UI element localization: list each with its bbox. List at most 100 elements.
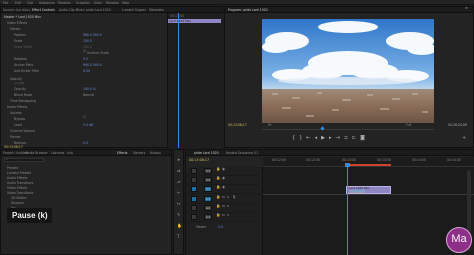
solo-icon[interactable]: S — [227, 205, 229, 208]
checkbox-icon[interactable]: ☑ — [83, 50, 86, 53]
effect-row[interactable]: Volume — [10, 111, 22, 115]
anti-flicker-value[interactable]: 0.00 — [83, 69, 90, 73]
rotation-value[interactable]: 0.0 — [83, 57, 88, 61]
quality-select[interactable]: Full — [406, 123, 411, 127]
solo-icon[interactable]: S — [227, 214, 229, 217]
tab-libraries[interactable]: Libraries — [51, 151, 64, 155]
menu-help[interactable]: Help — [122, 1, 129, 5]
time-ruler[interactable]: 00:12:00 00:12:30 00:13:00 00:13:30 00:1… — [263, 157, 474, 167]
play-icon[interactable]: ▶ — [321, 135, 329, 141]
lock-icon[interactable]: 🔒 — [216, 213, 220, 218]
go-to-in-icon[interactable]: ⇤ — [306, 135, 314, 141]
track-label[interactable]: V2 — [204, 177, 212, 183]
menu-window[interactable]: Window — [106, 1, 119, 5]
tree-item[interactable]: Dissolve — [11, 201, 24, 205]
effect-row[interactable]: Opacity — [10, 77, 22, 81]
program-scrub-bar[interactable] — [262, 129, 434, 130]
source-patch-button[interactable] — [191, 177, 197, 183]
export-frame-icon[interactable]: ◙ — [360, 135, 369, 141]
hand-tool-icon[interactable]: ✋ — [177, 224, 182, 228]
menu-clip[interactable]: Clip — [27, 1, 33, 5]
video-clip[interactable]: Lord 1920 Mkv — [346, 186, 391, 194]
ripple-edit-tool-icon[interactable]: ⟛ — [177, 180, 181, 184]
tree-item[interactable]: 3D Motion — [11, 196, 27, 200]
tree-item[interactable]: Presets — [7, 166, 18, 170]
track-label[interactable]: V1 — [204, 186, 212, 192]
pen-tool-icon[interactable]: ✎ — [177, 213, 180, 217]
mute-icon[interactable]: M — [222, 214, 225, 217]
tab-source[interactable]: Source: (no clips) — [3, 8, 30, 12]
tab-info[interactable]: Info — [67, 151, 73, 155]
track-label[interactable]: A2 — [204, 205, 212, 211]
effect-row[interactable]: Channel Volume — [10, 129, 35, 133]
effect-row[interactable]: Panner — [10, 135, 21, 139]
menu-edit[interactable]: Edit — [15, 1, 21, 5]
effect-controls-timecode[interactable]: 00:13:08:17 — [4, 145, 23, 149]
menu-sequence[interactable]: Sequence — [39, 1, 55, 5]
position-value[interactable]: 960.0 540.0 — [83, 33, 102, 37]
eye-icon[interactable]: ◉ — [222, 176, 225, 181]
timeline-timecode[interactable]: 00:13:08:17 — [189, 158, 209, 162]
razor-tool-icon[interactable]: ✂ — [177, 191, 180, 195]
tab-sequence[interactable]: pride Lord 1920 — [194, 151, 219, 155]
tab-lumetri-scopes[interactable]: Lumetri Scopes — [122, 8, 146, 12]
lock-icon[interactable]: 🔒 — [216, 195, 220, 200]
level-value[interactable]: 0.0 dB — [83, 123, 93, 127]
selection-tool-icon[interactable]: ➤ — [177, 158, 180, 162]
eye-icon[interactable]: ◉ — [222, 167, 225, 172]
lock-icon[interactable]: 🔒 — [216, 167, 220, 172]
lift-icon[interactable]: ⊐ — [344, 135, 352, 141]
add-button-icon[interactable]: + — [462, 136, 466, 141]
balance-value[interactable]: 0.0 — [83, 141, 88, 145]
scale-value[interactable]: 100.0 — [83, 39, 92, 43]
timeline-playhead[interactable] — [347, 165, 348, 255]
tab-effect-controls[interactable]: Effect Controls — [32, 8, 55, 12]
extract-icon[interactable]: ⊏ — [352, 135, 360, 141]
menu-graphics[interactable]: Graphics — [76, 1, 90, 5]
tab-media-browser[interactable]: Media Browser — [25, 151, 48, 155]
lock-icon[interactable]: 🔒 — [216, 204, 220, 209]
solo-icon[interactable]: S — [227, 196, 229, 199]
program-video-frame[interactable] — [262, 19, 434, 123]
opacity-value[interactable]: 100.0 % — [83, 87, 96, 91]
slip-tool-icon[interactable]: ↔ — [177, 202, 180, 206]
lock-icon[interactable]: 🔒 — [216, 185, 220, 190]
effect-row[interactable]: Time Remapping — [10, 99, 36, 103]
source-patch-button[interactable] — [191, 168, 197, 174]
microphone-icon[interactable]: 🎙 — [232, 195, 236, 200]
mute-icon[interactable]: M — [222, 205, 225, 208]
tree-item[interactable]: Lumetri Presets — [7, 171, 31, 175]
source-patch-button[interactable] — [191, 196, 197, 202]
mute-icon[interactable]: M — [222, 196, 225, 199]
tree-item[interactable]: Audio Effects — [7, 176, 27, 180]
go-to-out-icon[interactable]: ⇥ — [335, 135, 343, 141]
source-patch-button[interactable] — [191, 186, 197, 192]
tab-metadata[interactable]: Metadata — [149, 8, 164, 12]
eye-icon[interactable]: ◉ — [222, 185, 225, 190]
program-timecode[interactable]: 00;13;08;17 — [228, 123, 247, 127]
playhead-handle[interactable] — [345, 163, 350, 167]
source-patch-button[interactable] — [191, 205, 197, 211]
menu-markers[interactable]: Markers — [58, 1, 71, 5]
track-select-tool-icon[interactable]: ⇉ — [177, 169, 180, 173]
menu-view[interactable]: View — [94, 1, 102, 5]
tree-item[interactable]: Audio Transitions — [7, 181, 33, 185]
panel-menu-icon[interactable]: ≡ — [465, 6, 468, 11]
track-label[interactable]: A1 — [204, 196, 212, 202]
mask-ellipse-icon[interactable]: ○ □ ✎ — [14, 82, 24, 85]
fit-select[interactable]: Fit — [268, 123, 272, 127]
mini-clip-bar[interactable]: Lord 1920 Mkv — [168, 19, 221, 23]
track-area[interactable]: Lord 1920 Mkv — [263, 163, 474, 255]
tab-markers[interactable]: Markers — [133, 151, 145, 155]
source-patch-button[interactable] — [191, 214, 197, 220]
tree-item[interactable]: Video Effects — [7, 186, 27, 190]
mini-playhead[interactable] — [178, 13, 179, 148]
master-volume-value[interactable]: 0.0 — [218, 225, 223, 229]
menu-file[interactable]: File — [3, 1, 8, 5]
type-tool-icon[interactable]: T — [177, 235, 179, 239]
work-area-bar[interactable] — [347, 164, 391, 166]
effects-search-input[interactable]: ⌕ — [4, 158, 44, 162]
blend-mode-select[interactable]: Normal — [83, 93, 94, 97]
tab-effects[interactable]: Effects — [117, 151, 128, 155]
tab-history[interactable]: History — [150, 151, 161, 155]
